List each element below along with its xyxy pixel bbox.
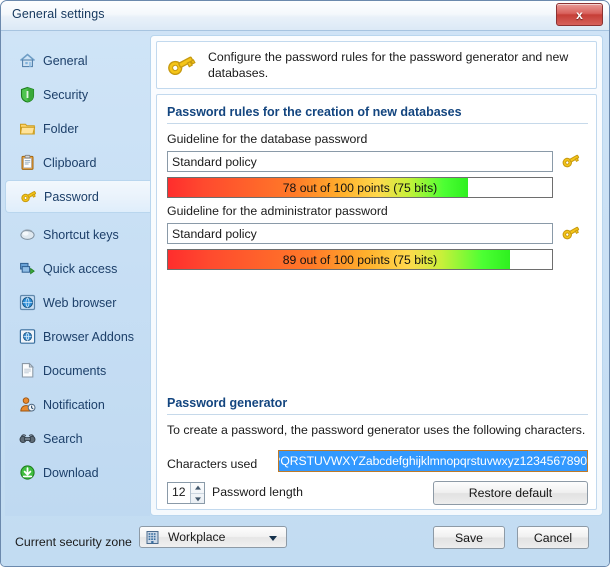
rules-section-divider	[167, 123, 588, 124]
administrator-strength-text: 89 out of 100 points (75 bits)	[282, 252, 438, 267]
administrator-policy-key-icon[interactable]	[561, 224, 581, 242]
database-strength-meter: 78 out of 100 points (75 bits)	[167, 177, 553, 198]
characters-used-value: MNOPQRSTUVWXYZabcdefghijklmnopqrstuvwxyz…	[279, 451, 587, 471]
generator-description: To create a password, the password gener…	[167, 423, 586, 437]
sidebar-item-notification[interactable]: Notification	[5, 388, 150, 421]
password-length-label: Password length	[212, 485, 303, 499]
sidebar-item-web-browser[interactable]: Web browser	[5, 286, 150, 319]
home-icon	[19, 52, 36, 69]
database-policy-key-icon[interactable]	[561, 152, 581, 170]
sidebar-item-clipboard[interactable]: Clipboard	[5, 146, 150, 179]
chevron-up-icon	[194, 485, 201, 490]
sidebar-item-label: Clipboard	[43, 155, 97, 170]
sidebar-item-folder[interactable]: Folder	[5, 112, 150, 145]
building-icon	[145, 530, 160, 545]
sidebar-item-shortcut-keys[interactable]: Shortcut keys	[5, 218, 150, 251]
keyboard-icon	[19, 226, 36, 243]
sidebar-item-label: Shortcut keys	[43, 227, 119, 242]
sidebar-item-download[interactable]: Download	[5, 456, 150, 489]
clipboard-icon	[19, 154, 36, 171]
sidebar-item-label: Browser Addons	[43, 329, 135, 344]
generator-section-heading: Password generator	[167, 396, 288, 410]
sidebar-item-label: Security	[43, 87, 89, 102]
chevron-down-icon	[194, 497, 201, 502]
password-length-value: 12	[172, 485, 186, 499]
sidebar-item-security[interactable]: Security	[5, 78, 150, 111]
folder-icon	[19, 120, 36, 137]
sidebar-item-label: Folder	[43, 121, 79, 136]
sidebar-item-label: Quick access	[43, 261, 118, 276]
key-icon	[166, 52, 196, 80]
info-text: Configure the password rules for the pas…	[208, 50, 569, 80]
sidebar-item-documents[interactable]: Documents	[5, 354, 150, 387]
title-bar: General settings x	[1, 1, 609, 31]
binoculars-icon	[19, 430, 36, 447]
characters-used-input[interactable]: MNOPQRSTUVWXYZabcdefghijklmnopqrstuvwxyz…	[278, 450, 588, 472]
password-length-decrement[interactable]	[191, 494, 204, 504]
window-title: General settings	[12, 7, 105, 21]
sidebar-item-label: Search	[43, 431, 83, 446]
download-icon	[19, 464, 36, 481]
sidebar-item-general[interactable]: General	[5, 44, 150, 77]
document-icon	[19, 362, 36, 379]
sidebar-item-label: Documents	[43, 363, 107, 378]
administrator-strength-meter: 89 out of 100 points (75 bits)	[167, 249, 553, 270]
password-length-buttons[interactable]	[190, 483, 204, 503]
settings-window: General settings x General Security Folder…	[0, 0, 610, 567]
sidebar-item-password[interactable]: Password	[5, 180, 151, 213]
sidebar-item-label: Notification	[43, 397, 105, 412]
sidebar-item-label: Password	[44, 189, 99, 204]
characters-used-label: Characters used	[167, 457, 258, 471]
database-strength-text: 78 out of 100 points (75 bits)	[282, 180, 438, 195]
administrator-policy-label: Guideline for the administrator password	[167, 204, 388, 218]
chevron-down-icon	[269, 536, 277, 541]
addon-icon	[19, 328, 36, 345]
sidebar-item-quick-access[interactable]: Quick access	[5, 252, 150, 285]
save-button[interactable]: Save	[433, 526, 505, 549]
sidebar-item-search[interactable]: Search	[5, 422, 150, 455]
globe-icon	[19, 294, 36, 311]
sidebar-item-label: Web browser	[43, 295, 117, 310]
notification-icon	[19, 396, 36, 413]
security-zone-select[interactable]: Workplace	[139, 526, 287, 548]
administrator-policy-input[interactable]: Standard policy	[167, 223, 553, 244]
database-policy-label: Guideline for the database password	[167, 132, 368, 146]
restore-default-button[interactable]: Restore default	[433, 481, 588, 505]
shield-icon	[19, 86, 36, 103]
info-banner: Configure the password rules for the pas…	[156, 41, 597, 89]
content-panel: Configure the password rules for the pas…	[150, 35, 603, 516]
quick-access-icon	[19, 260, 36, 277]
password-length-increment[interactable]	[191, 483, 204, 494]
security-zone-label: Current security zone	[15, 535, 132, 549]
close-icon: x	[576, 7, 583, 22]
sidebar-item-label: General	[43, 53, 88, 68]
rules-section-heading: Password rules for the creation of new d…	[167, 105, 462, 119]
sidebar-item-browser-addons[interactable]: Browser Addons	[5, 320, 150, 353]
generator-section-divider	[167, 414, 588, 415]
cancel-button[interactable]: Cancel	[517, 526, 589, 549]
sidebar-item-label: Download	[43, 465, 99, 480]
security-zone-value: Workplace	[168, 530, 226, 544]
password-length-stepper[interactable]: 12	[167, 482, 205, 504]
key-icon	[20, 188, 37, 205]
window-body: General Security Folder Clipboard Password Sh…	[1, 31, 609, 566]
settings-body: Password rules for the creation of new d…	[156, 94, 597, 510]
database-policy-input[interactable]: Standard policy	[167, 151, 553, 172]
close-button[interactable]: x	[556, 3, 603, 26]
sidebar: General Security Folder Clipboard Password Sh…	[5, 35, 151, 516]
